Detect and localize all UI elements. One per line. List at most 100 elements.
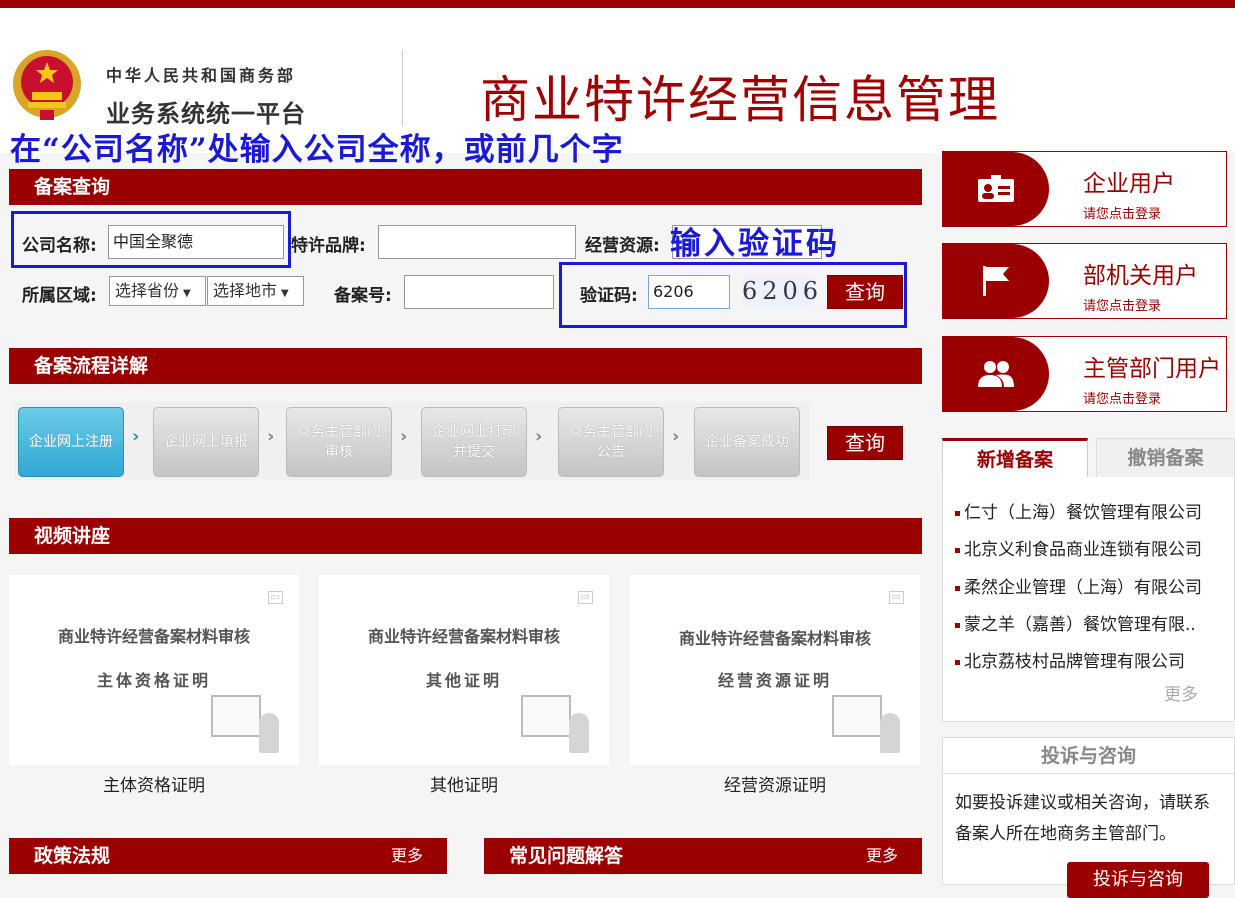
- chevron-down-icon: ▼: [183, 288, 191, 299]
- ministry-user-title: 部机关用户: [1083, 263, 1198, 289]
- header-divider: [402, 50, 403, 126]
- step-announcement[interactable]: 商务主管部门公告: [558, 407, 664, 477]
- policy-title: 政策法规: [34, 845, 111, 867]
- video-logo-icon: ▭: [888, 591, 904, 604]
- video-title: 商业特许经营备案材料审核: [57, 627, 250, 646]
- list-item[interactable]: 北京义利食品商业连锁有限公司: [955, 535, 1209, 560]
- step-review[interactable]: 商务主管部门审核: [286, 407, 392, 477]
- video-caption[interactable]: 其他证明: [319, 771, 609, 796]
- chevron-right-icon: ›: [400, 426, 408, 447]
- video-logo-icon: ▭: [267, 591, 283, 604]
- policy-more-link[interactable]: 更多: [391, 838, 423, 874]
- faq-title: 常见问题解答: [509, 845, 624, 867]
- video-card[interactable]: ▭ 商业特许经营备案材料审核 其他证明: [319, 575, 609, 765]
- chevron-down-icon: ▼: [281, 288, 289, 299]
- ministry-user-card[interactable]: 部机关用户 请您点击登录: [942, 243, 1227, 319]
- national-emblem-icon: [13, 50, 81, 120]
- record-tabs: 新增备案 撤销备案: [942, 438, 1235, 478]
- list-item[interactable]: 蒙之羊（嘉善）餐饮管理有限..: [955, 610, 1209, 635]
- video-section-header: 视频讲座: [9, 518, 922, 554]
- complaint-panel: 投诉与咨询 如要投诉建议或相关咨询，请联系备案人所在地商务主管部门。 投诉与咨询: [942, 737, 1235, 898]
- bullet-icon: [955, 622, 960, 628]
- policy-section-header: 政策法规 更多: [9, 838, 447, 874]
- enterprise-user-card[interactable]: 企业用户 请您点击登录: [942, 151, 1227, 227]
- record-no-input[interactable]: [404, 275, 554, 309]
- step-print-submit[interactable]: 企业网上打印并提交: [421, 407, 527, 477]
- region-label: 所属区域:: [22, 286, 97, 306]
- step-register[interactable]: 企业网上注册: [18, 407, 124, 477]
- list-item-text: 北京义利食品商业连锁有限公司: [964, 540, 1202, 560]
- tab-new-records[interactable]: 新增备案: [942, 438, 1088, 478]
- complaint-body: 如要投诉建议或相关咨询，请联系备案人所在地商务主管部门。: [955, 793, 1210, 844]
- step-fill-online[interactable]: 企业网上填报: [153, 407, 259, 477]
- top-accent-bar: [0, 0, 1235, 8]
- page-title: 商业特许经营信息管理: [480, 71, 1000, 129]
- brand-input[interactable]: [378, 225, 576, 259]
- bullet-icon: [955, 547, 960, 553]
- province-select[interactable]: 选择省份 ▼: [109, 276, 206, 306]
- chevron-right-icon: ›: [132, 426, 140, 447]
- company-name-annotation: 在“公司名称”处输入公司全称，或前几个字: [10, 132, 624, 168]
- video-title: 商业特许经营备案材料审核: [678, 629, 871, 648]
- flag-icon: [943, 244, 1049, 318]
- complaint-button[interactable]: 投诉与咨询: [1067, 862, 1209, 898]
- captcha-annotation: 输入验证码: [670, 226, 840, 262]
- list-item-text: 仁寸（上海）餐饮管理有限公司: [964, 503, 1202, 523]
- enterprise-user-login-link[interactable]: 请您点击登录: [1083, 203, 1161, 222]
- presentation-board-icon: [521, 695, 571, 737]
- captcha-highlight-box: [559, 262, 907, 328]
- presenter-figure-icon: [569, 713, 589, 753]
- list-item-text: 柔然企业管理（上海）有限公司: [964, 578, 1202, 598]
- list-item[interactable]: 仁寸（上海）餐饮管理有限公司: [955, 498, 1209, 523]
- video-card[interactable]: ▭ 商业特许经营备案材料审核 主体资格证明: [9, 575, 299, 765]
- authority-user-title: 主管部门用户: [1083, 356, 1221, 382]
- video-card[interactable]: ▭ 商业特许经营备案材料审核 经营资源证明: [630, 575, 920, 765]
- org-name-line1: 中华人民共和国商务部: [106, 66, 297, 85]
- users-icon: [943, 337, 1049, 411]
- resource-label: 经营资源:: [585, 236, 660, 256]
- authority-user-card[interactable]: 主管部门用户 请您点击登录: [942, 336, 1227, 412]
- id-card-icon: [943, 152, 1049, 226]
- bullet-icon: [955, 659, 960, 665]
- chevron-right-icon: ›: [535, 426, 543, 447]
- brand-label: 特许品牌:: [291, 236, 366, 256]
- company-name-highlight-box: [11, 211, 291, 268]
- authority-user-login-link[interactable]: 请您点击登录: [1083, 388, 1161, 407]
- search-section-header: 备案查询: [9, 169, 922, 205]
- presenter-figure-icon: [880, 713, 900, 753]
- video-title: 商业特许经营备案材料审核: [367, 627, 560, 646]
- province-select-value: 选择省份: [115, 281, 180, 300]
- process-query-button[interactable]: 查询: [827, 426, 903, 460]
- step-success[interactable]: 企业备案成功: [694, 407, 800, 477]
- bullet-icon: [955, 585, 960, 591]
- ministry-user-login-link[interactable]: 请您点击登录: [1083, 295, 1161, 314]
- list-item-text: 北京荔枝村品牌管理有限公司: [964, 652, 1185, 672]
- faq-more-link[interactable]: 更多: [866, 838, 898, 874]
- chevron-right-icon: ›: [672, 426, 680, 447]
- records-more-link[interactable]: 更多: [1164, 680, 1198, 705]
- video-subtitle: 主体资格证明: [96, 671, 211, 690]
- enterprise-user-title: 企业用户: [1083, 171, 1175, 197]
- video-subtitle: 其他证明: [425, 671, 502, 690]
- record-no-label: 备案号:: [334, 286, 392, 306]
- video-caption[interactable]: 经营资源证明: [630, 771, 920, 796]
- complaint-title: 投诉与咨询: [943, 738, 1234, 774]
- tab-revoked-records[interactable]: 撤销备案: [1096, 438, 1235, 478]
- presentation-board-icon: [211, 695, 261, 737]
- process-steps: 企业网上注册 › 企业网上填报 › 商务主管部门审核 › 企业网上打印并提交 ›…: [14, 402, 810, 480]
- city-select[interactable]: 选择地市 ▼: [207, 276, 304, 306]
- video-subtitle: 经营资源证明: [717, 671, 832, 690]
- list-item[interactable]: 北京荔枝村品牌管理有限公司: [955, 647, 1209, 672]
- list-item-text: 蒙之羊（嘉善）餐饮管理有限..: [964, 615, 1196, 635]
- video-caption[interactable]: 主体资格证明: [9, 771, 299, 796]
- presenter-figure-icon: [259, 713, 279, 753]
- video-logo-icon: ▭: [577, 591, 593, 604]
- chevron-right-icon: ›: [267, 426, 275, 447]
- bullet-icon: [955, 510, 960, 516]
- faq-section-header: 常见问题解答 更多: [484, 838, 922, 874]
- record-list: 仁寸（上海）餐饮管理有限公司 北京义利食品商业连锁有限公司 柔然企业管理（上海）…: [942, 477, 1235, 722]
- presentation-board-icon: [832, 695, 882, 737]
- list-item[interactable]: 柔然企业管理（上海）有限公司: [955, 573, 1209, 598]
- city-select-value: 选择地市: [213, 281, 278, 300]
- process-section-header: 备案流程详解: [9, 348, 922, 384]
